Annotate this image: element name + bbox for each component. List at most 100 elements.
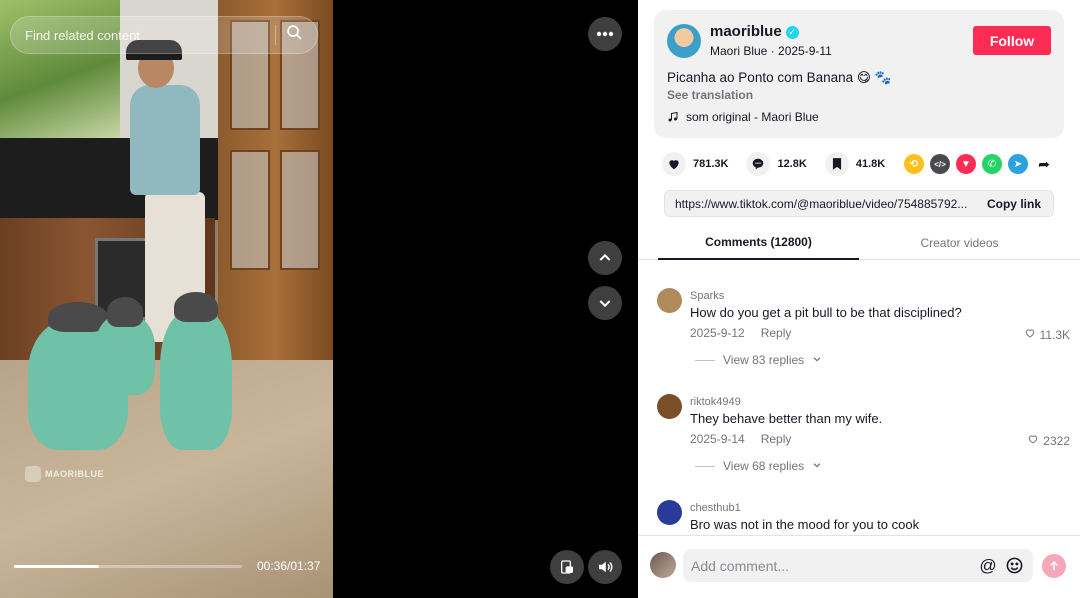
replies-divider — [695, 359, 715, 361]
author-name-date: Maori Blue · 2025-9-11 — [710, 44, 832, 58]
commenter-avatar[interactable] — [657, 288, 682, 313]
view-replies-button[interactable]: View 83 replies — [695, 353, 822, 367]
chevron-up-icon — [599, 253, 611, 261]
volume-button[interactable] — [588, 550, 622, 584]
share-arrow-icon[interactable]: ➦ — [1034, 154, 1054, 174]
panel-tabs: Comments (12800) Creator videos — [638, 226, 1080, 260]
more-options-button[interactable] — [588, 17, 622, 51]
comment-composer: @ — [638, 535, 1080, 598]
description-card: maoriblue ✓ Maori Blue · 2025-9-11 Follow… — [654, 10, 1064, 138]
save-action[interactable]: 41.8K — [824, 152, 886, 176]
video-player[interactable]: MAORIBLUE 00:36/01:37 — [0, 0, 638, 598]
video-link-bar: https://www.tiktok.com/@maoriblue/video/… — [664, 190, 1054, 217]
bookmark-icon[interactable] — [824, 152, 849, 176]
verified-badge-icon: ✓ — [785, 26, 799, 39]
replies-divider — [695, 465, 715, 467]
video-url[interactable]: https://www.tiktok.com/@maoriblue/video/… — [665, 197, 975, 211]
comment-input[interactable] — [691, 557, 973, 574]
view-replies-button[interactable]: View 68 replies — [695, 459, 822, 473]
tab-comments[interactable]: Comments (12800) — [658, 226, 859, 260]
heart-outline-icon[interactable] — [1027, 433, 1039, 448]
comment-text: They behave better than my wife. — [690, 411, 883, 426]
watermark-text: MAORIBLUE — [45, 469, 104, 479]
comment-count: 12.8K — [777, 158, 807, 170]
chevron-down-icon — [812, 353, 822, 367]
video-time: 00:36/01:37 — [257, 559, 321, 573]
chevron-down-icon — [599, 300, 611, 308]
mini-player-icon — [561, 560, 573, 574]
heart-icon[interactable] — [662, 152, 686, 176]
follow-button[interactable]: Follow — [973, 26, 1051, 55]
comment-list[interactable]: Sparks How do you get a pit bull to be t… — [638, 268, 1080, 536]
next-video-button[interactable] — [588, 286, 622, 320]
video-scene-hutch — [218, 0, 333, 400]
video-caption: Picanha ao Ponto com Banana 😋 🐾 — [667, 70, 892, 85]
comment-like[interactable]: 11.3K — [1024, 327, 1070, 342]
comment-like-count: 11.3K — [1039, 327, 1070, 342]
view-replies-label: View 83 replies — [723, 353, 805, 367]
chevron-down-icon — [812, 459, 822, 473]
arrow-up-icon — [1049, 560, 1059, 570]
comment-text: How do you get a pit bull to be that dis… — [690, 305, 962, 320]
send-icon[interactable]: ▼ — [956, 154, 976, 174]
current-user-avatar — [650, 552, 676, 578]
commenter-avatar[interactable] — [657, 394, 682, 419]
commenter-username[interactable]: riktok4949 — [690, 396, 741, 408]
author-username[interactable]: maoriblue ✓ — [710, 23, 799, 40]
save-count: 41.8K — [855, 158, 886, 170]
picture-in-picture-button[interactable] — [550, 550, 584, 584]
comment-date: 2025-9-12 — [690, 326, 745, 340]
author-avatar[interactable] — [667, 24, 701, 58]
see-translation-link[interactable]: See translation — [667, 88, 753, 102]
previous-video-button[interactable] — [588, 241, 622, 275]
volume-icon — [599, 561, 613, 573]
view-replies-label: View 68 replies — [723, 459, 805, 473]
copy-link-button[interactable]: Copy link — [975, 197, 1053, 211]
comment-item: riktok4949 They behave better than my wi… — [638, 374, 1080, 480]
video-frame[interactable]: MAORIBLUE 00:36/01:37 — [0, 0, 333, 598]
repost-icon[interactable]: ⟲ — [904, 154, 924, 174]
search-input[interactable] — [25, 27, 265, 43]
video-progress-bar[interactable] — [14, 565, 242, 568]
video-scene-dog — [160, 292, 232, 450]
video-scene-person-body — [130, 85, 200, 195]
related-content-search[interactable] — [10, 16, 318, 54]
comment-meta: 2025-9-12 Reply — [690, 326, 791, 340]
mention-icon[interactable]: @ — [977, 555, 999, 577]
search-divider — [275, 25, 276, 45]
reply-button[interactable]: Reply — [761, 326, 792, 340]
comment-item: chesthub1 Bro was not in the mood for yo… — [638, 480, 1080, 536]
music-title: som original - Maori Blue — [686, 110, 819, 124]
comment-like-count: 2322 — [1043, 433, 1070, 448]
search-icon[interactable] — [286, 24, 303, 46]
post-comment-button[interactable] — [1042, 554, 1066, 578]
telegram-icon[interactable]: ➤ — [1008, 154, 1028, 174]
comment-like[interactable]: 2322 — [1027, 433, 1070, 448]
heart-outline-icon[interactable] — [1024, 327, 1036, 342]
action-bar: 781.3K 12.8K 41.8K — [662, 152, 903, 176]
comment-icon[interactable] — [746, 152, 771, 176]
music-note-icon — [668, 111, 678, 122]
commenter-username[interactable]: chesthub1 — [690, 502, 741, 514]
commenter-username[interactable]: Sparks — [690, 290, 724, 302]
tab-creator-videos[interactable]: Creator videos — [859, 226, 1060, 260]
comment-input-wrapper[interactable]: @ — [683, 549, 1033, 582]
comment-item: Sparks How do you get a pit bull to be t… — [638, 268, 1080, 374]
video-watermark: MAORIBLUE — [25, 466, 104, 482]
embed-icon[interactable]: </> — [930, 154, 950, 174]
music-link[interactable]: som original - Maori Blue — [667, 110, 819, 124]
commenter-avatar[interactable] — [657, 500, 682, 525]
like-action[interactable]: 781.3K — [662, 152, 728, 176]
tiktok-video-page: MAORIBLUE 00:36/01:37 — [0, 0, 1080, 598]
comment-date: 2025-9-14 — [690, 432, 745, 446]
emoji-icon[interactable] — [1003, 555, 1025, 577]
reply-button[interactable]: Reply — [761, 432, 792, 446]
share-icons: ⟲ </> ▼ ✆ ➤ ➦ — [904, 154, 1054, 174]
comment-action[interactable]: 12.8K — [746, 152, 807, 176]
whatsapp-icon[interactable]: ✆ — [982, 154, 1002, 174]
details-panel: maoriblue ✓ Maori Blue · 2025-9-11 Follow… — [638, 0, 1080, 598]
like-count: 781.3K — [693, 158, 729, 170]
watermark-logo-icon — [25, 466, 41, 482]
comment-text: Bro was not in the mood for you to cook — [690, 517, 920, 532]
video-scene-dog — [95, 297, 155, 395]
